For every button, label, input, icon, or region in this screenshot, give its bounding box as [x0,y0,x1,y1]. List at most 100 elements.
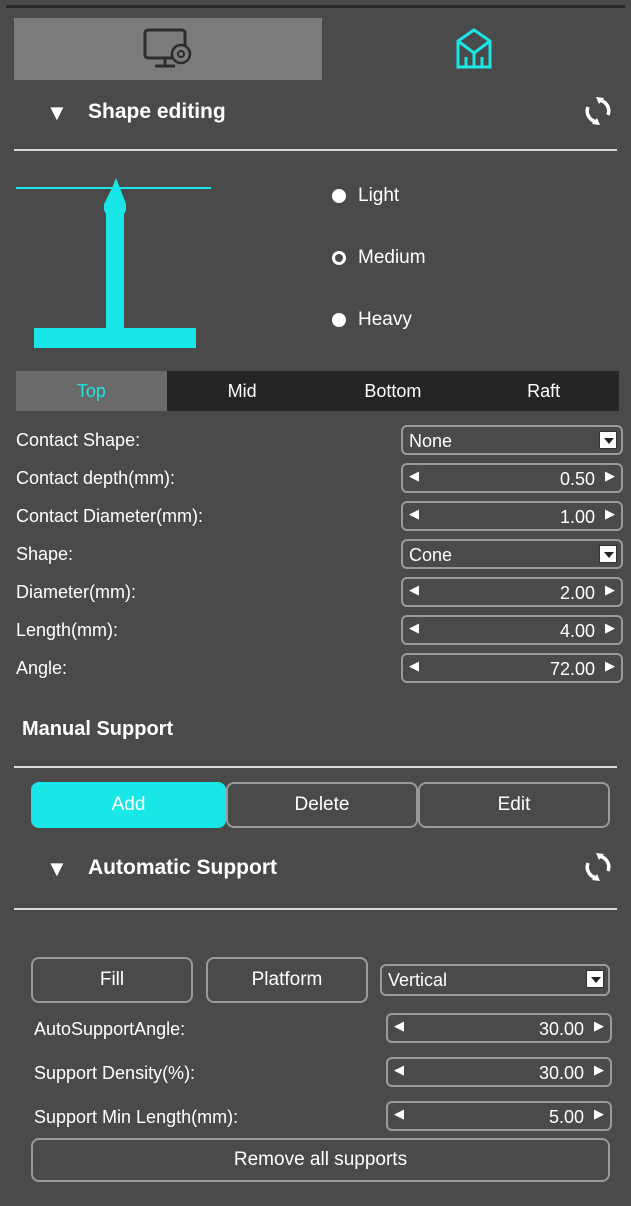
contact-shape-select[interactable]: None [401,425,623,455]
increment-arrow-icon[interactable]: ▶ [594,1106,604,1122]
decrement-arrow-icon[interactable]: ◀ [394,1106,404,1122]
support-preview [16,178,211,348]
property-label: AutoSupportAngle: [34,1019,186,1039]
decrement-arrow-icon[interactable]: ◀ [409,506,419,522]
shape-row: Shape: Cone [16,539,623,571]
increment-arrow-icon[interactable]: ▶ [605,468,615,484]
tab-support[interactable] [322,18,625,80]
increment-arrow-icon[interactable]: ▶ [605,620,615,636]
automatic-support-header[interactable]: ▼ Automatic Support [6,840,625,896]
spinner-value: 1.00 [559,507,595,527]
divider [14,908,617,910]
angle-row: Angle: ◀ 72.00 ▶ [16,653,623,685]
spinner-value: 4.00 [559,621,595,641]
radio-selected-icon [332,251,346,265]
preset-light[interactable]: Light [332,181,399,211]
increment-arrow-icon[interactable]: ▶ [605,658,615,674]
increment-arrow-icon[interactable]: ▶ [605,506,615,522]
length-row: Length(mm): ◀ 4.00 ▶ [16,615,623,647]
spinner-value: 2.00 [559,583,595,603]
preset-label: Heavy [358,309,412,330]
tab-mid[interactable]: Mid [167,371,318,411]
delete-button[interactable]: Delete [226,782,418,828]
dropdown-arrow-icon[interactable] [599,545,617,563]
property-label: Shape: [16,544,74,564]
direction-select[interactable]: Vertical [380,964,610,996]
select-value: Vertical [388,970,448,990]
decrement-arrow-icon[interactable]: ◀ [394,1018,404,1034]
shape-select[interactable]: Cone [401,539,623,569]
section-title: Shape editing [88,100,226,123]
property-label: Support Density(%): [34,1063,196,1083]
tab-raft[interactable]: Raft [468,371,619,411]
decrement-arrow-icon[interactable]: ◀ [409,620,419,636]
property-label: Support Min Length(mm): [34,1107,239,1127]
dropdown-arrow-icon[interactable] [599,431,617,449]
section-title: Automatic Support [88,856,277,879]
spinner-value: 30.00 [538,1019,584,1039]
length-spinner[interactable]: ◀ 4.00 ▶ [401,615,623,645]
divider [14,766,617,768]
preset-medium[interactable]: Medium [332,243,426,273]
remove-all-supports-button[interactable]: Remove all supports [31,1138,610,1182]
preset-label: Medium [358,247,426,268]
spinner-value: 72.00 [549,659,595,679]
preset-heavy[interactable]: Heavy [332,305,412,335]
diameter-spinner[interactable]: ◀ 2.00 ▶ [401,577,623,607]
angle-spinner[interactable]: ◀ 72.00 ▶ [401,653,623,683]
divider [14,149,617,151]
property-label: Contact Diameter(mm): [16,506,204,526]
segment-tabs: Top Mid Bottom Raft [16,371,619,411]
decrement-arrow-icon[interactable]: ◀ [409,468,419,484]
increment-arrow-icon[interactable]: ▶ [605,582,615,598]
support-min-length-spinner[interactable]: ◀ 5.00 ▶ [386,1101,612,1131]
contact-depth-row: Contact depth(mm): ◀ 0.50 ▶ [16,463,623,495]
increment-arrow-icon[interactable]: ▶ [594,1018,604,1034]
decrement-arrow-icon[interactable]: ◀ [394,1062,404,1078]
tab-top[interactable]: Top [16,371,167,411]
property-label: Diameter(mm): [16,582,136,602]
select-value: None [409,431,453,451]
diameter-row: Diameter(mm): ◀ 2.00 ▶ [16,577,623,609]
property-label: Contact Shape: [16,430,141,450]
fill-button[interactable]: Fill [31,957,193,1003]
settings-monitor-icon [143,28,192,68]
property-label: Angle: [16,658,68,678]
dropdown-arrow-icon[interactable] [586,970,604,988]
support-min-length-row: Support Min Length(mm): ◀ 5.00 ▶ [34,1101,614,1133]
preset-label: Light [358,185,400,206]
spinner-value: 0.50 [559,469,595,489]
spinner-value: 5.00 [548,1107,584,1127]
contact-depth-spinner[interactable]: ◀ 0.50 ▶ [401,463,623,493]
tab-bottom[interactable]: Bottom [318,371,469,411]
manual-support-title: Manual Support [22,718,174,740]
decrement-arrow-icon[interactable]: ◀ [409,658,419,674]
property-label: Length(mm): [16,620,119,640]
shape-editing-header[interactable]: ▼ Shape editing [6,84,625,140]
model-support-icon [456,28,491,69]
auto-support-angle-spinner[interactable]: ◀ 30.00 ▶ [386,1013,612,1043]
radio-icon [332,189,346,203]
refresh-icon[interactable] [583,852,613,882]
refresh-icon[interactable] [583,96,613,126]
edit-button[interactable]: Edit [418,782,610,828]
spinner-value: 30.00 [538,1063,584,1083]
property-label: Contact depth(mm): [16,468,176,488]
contact-shape-row: Contact Shape: None [16,425,623,457]
add-button[interactable]: Add [31,782,226,828]
collapse-triangle-icon[interactable]: ▼ [46,858,68,880]
support-density-spinner[interactable]: ◀ 30.00 ▶ [386,1057,612,1087]
decrement-arrow-icon[interactable]: ◀ [409,582,419,598]
contact-diameter-row: Contact Diameter(mm): ◀ 1.00 ▶ [16,501,623,533]
support-panel: ▼ Shape editing Light Medium Heavy Top M… [6,5,625,1201]
radio-icon [332,313,346,327]
top-tab-bar [6,18,625,84]
select-value: Cone [409,545,453,565]
platform-button[interactable]: Platform [206,957,368,1003]
tab-settings[interactable] [14,18,322,80]
collapse-triangle-icon[interactable]: ▼ [46,102,68,124]
contact-diameter-spinner[interactable]: ◀ 1.00 ▶ [401,501,623,531]
increment-arrow-icon[interactable]: ▶ [594,1062,604,1078]
auto-support-angle-row: AutoSupportAngle: ◀ 30.00 ▶ [34,1013,614,1045]
support-density-row: Support Density(%): ◀ 30.00 ▶ [34,1057,614,1089]
